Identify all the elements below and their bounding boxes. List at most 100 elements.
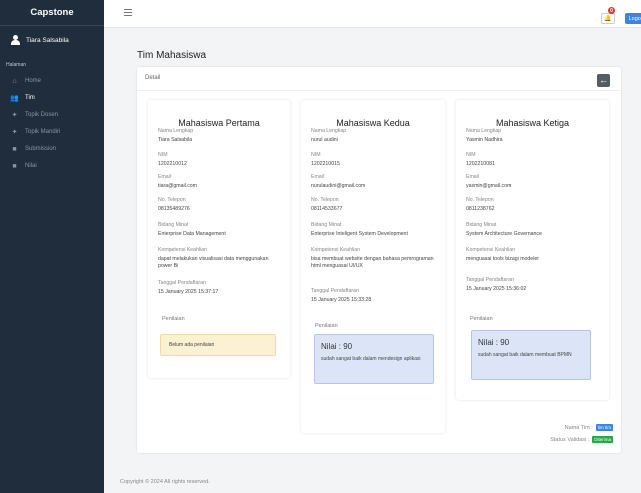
home-icon: ⌂ [12,77,17,85]
tanggal-label: Tanggal Pendaftaran [311,288,359,294]
student-card: Mahasiswa Ketiga Nama Lengkap Yasmin Nadhi… [456,100,609,400]
page-title: Tim Mahasiswa [137,50,207,61]
card-header: Detail ← [137,67,621,91]
nav-header: Halaman [6,62,27,68]
email-value: nurulaudini@gmail.com [311,183,366,189]
lightbulb-icon: ✦ [11,112,18,119]
nilai-empty-text: Belum ada penilaian [169,342,215,348]
users-icon: 👥 [10,95,19,102]
user-icon [11,35,20,45]
brand-title[interactable]: Capstone [0,0,104,26]
card-label: Detail [145,75,161,81]
topbar: 🔔 0 Logout [104,0,641,28]
student-heading: Mahasiswa Ketiga [495,118,570,128]
logout-button[interactable]: Logout [625,13,641,24]
keahlian-value: bisa membuat website dengan bahasa pemro… [311,256,434,269]
student-card: Mahasiswa Kedua Nama Lengkap nurul audini N… [301,100,445,433]
file-icon: ■ [12,145,17,153]
keahlian-label: Kompetensi Keahlian [158,247,208,253]
sidebar-item-label: Nilai [25,163,37,169]
email-label: Email [311,174,324,180]
sidebar-item-label: Submission [25,146,57,152]
menu-toggle-icon[interactable] [124,9,132,18]
telepon-value: 08135489276 [158,206,190,212]
telepon-label: No. Telepon [158,197,186,203]
lightbulb-icon: ✦ [11,129,18,136]
sidebar-item-label: Tim [25,95,35,101]
bell-icon: 🔔 [604,16,612,22]
nilai-comment: sudah sangat baik dalam mendesign aplika… [321,356,421,362]
validation-status-row: Status Validasi : Diterima [550,436,613,443]
sidebar-item-label: Topik Mandiri [25,129,61,135]
notification-badge: 0 [608,7,615,14]
notification-button[interactable]: 🔔 [601,13,615,24]
student-card: Mahasiswa Pertama Nama Lengkap Tiara Salsa… [148,100,290,378]
telepon-value: 0811238762 [466,206,495,212]
telepon-value: 08114533677 [311,206,343,212]
tanggal-label: Tanggal Pendaftaran [158,280,206,286]
telepon-label: No. Telepon [466,197,494,203]
team-name-label: Nama Tim : [564,424,593,431]
nilai-comment: sudah sangat baik dalam membuat BPMN [478,352,572,358]
nim-value: 1202210081 [466,161,495,167]
nama-value: Tiara Salsabila [158,137,193,143]
nama-value: nurul audini [311,137,338,143]
sidebar-item-topik-dosen[interactable]: ✦ Topik Dosen [0,107,104,123]
penilaian-label: Penilaian [162,316,185,322]
penilaian-label: Penilaian [315,323,338,329]
nama-value: Yasmin Nadhira [466,137,503,143]
keahlian-label: Kompetensi Keahlian [466,247,516,253]
sidebar-item-label: Home [25,78,42,84]
footer-copyright: Copyright © 2024 All rights reserved. [120,479,210,485]
nama-label: Nama Lengkap [311,128,347,134]
minat-label: Bidang Minat [466,222,497,228]
team-name-badge: tim tim [595,424,613,431]
nim-value: 1202210012 [158,161,187,167]
keahlian-value: menguasai tools bizagi modeler [466,256,539,262]
student-heading: Mahasiswa Pertama [178,118,260,128]
email-label: Email [158,174,171,180]
nama-label: Nama Lengkap [466,128,502,134]
user-panel[interactable]: Tiara Salsabila [0,26,104,48]
tanggal-value: 15 January 2025 15:37:17 [158,289,219,295]
user-name: Tiara Salsabila [26,36,69,44]
penilaian-label: Penilaian [470,316,493,322]
validation-status-label: Status Validasi : [550,436,590,443]
email-label: Email [466,174,479,180]
minat-value: Enterprise Data Management [158,231,226,237]
nilai-box: Nilai : 90 sudah sangat baik dalam membua… [471,330,591,380]
sidebar-item-submission[interactable]: ■ Submission [0,141,104,157]
file-icon: ■ [12,162,17,170]
nim-label: NIM [311,152,321,158]
team-name-row: Nama Tim : tim tim [565,424,613,431]
nim-label: NIM [466,152,476,158]
sidebar-item-nilai[interactable]: ■ Nilai [0,158,104,174]
minat-value: System Architecture Governance [466,231,542,237]
keahlian-label: Kompetensi Keahlian [311,247,361,253]
email-value: tiara@gmail.com [158,183,197,189]
sidebar-item-home[interactable]: ⌂ Home [0,73,104,89]
sidebar-item-tim[interactable]: 👥 Tim [0,90,104,106]
back-button[interactable]: ← [597,74,610,87]
sidebar-item-topik-mandiri[interactable]: ✦ Topik Mandiri [0,124,104,140]
nilai-box: Belum ada penilaian [160,334,276,356]
nama-label: Nama Lengkap [158,128,194,134]
sidebar: Capstone Tiara Salsabila Halaman ⌂ Home 👥 T… [0,0,104,493]
tanggal-value: 15 January 2025 15:33:28 [311,297,372,303]
keahlian-value: dapat melakukan visualisasi data menggun… [158,256,269,269]
nilai-score: Nilai : 90 [478,338,510,347]
tanggal-label: Tanggal Pendaftaran [466,277,514,283]
student-heading: Mahasiswa Kedua [336,118,410,128]
minat-value: Enterprise Inteligent System Development [311,231,408,237]
nilai-score: Nilai : 90 [321,342,353,351]
validation-status-badge: Diterima [592,436,613,443]
sidebar-item-label: Topik Dosen [25,112,59,118]
nav-list: ⌂ Home 👥 Tim ✦ Topik Dosen ✦ Topik Mandiri ■ Subm… [0,73,104,174]
tanggal-value: 15 January 2025 15:36:02 [466,286,527,292]
nilai-box: Nilai : 90 sudah sangat baik dalam mendes… [314,334,434,384]
nim-value: 1202210015 [311,161,340,167]
email-value: yasmin@gmail.com [466,183,512,189]
arrow-left-icon: ← [599,75,608,85]
nim-label: NIM [158,152,168,158]
minat-label: Bidang Minat [158,222,189,228]
